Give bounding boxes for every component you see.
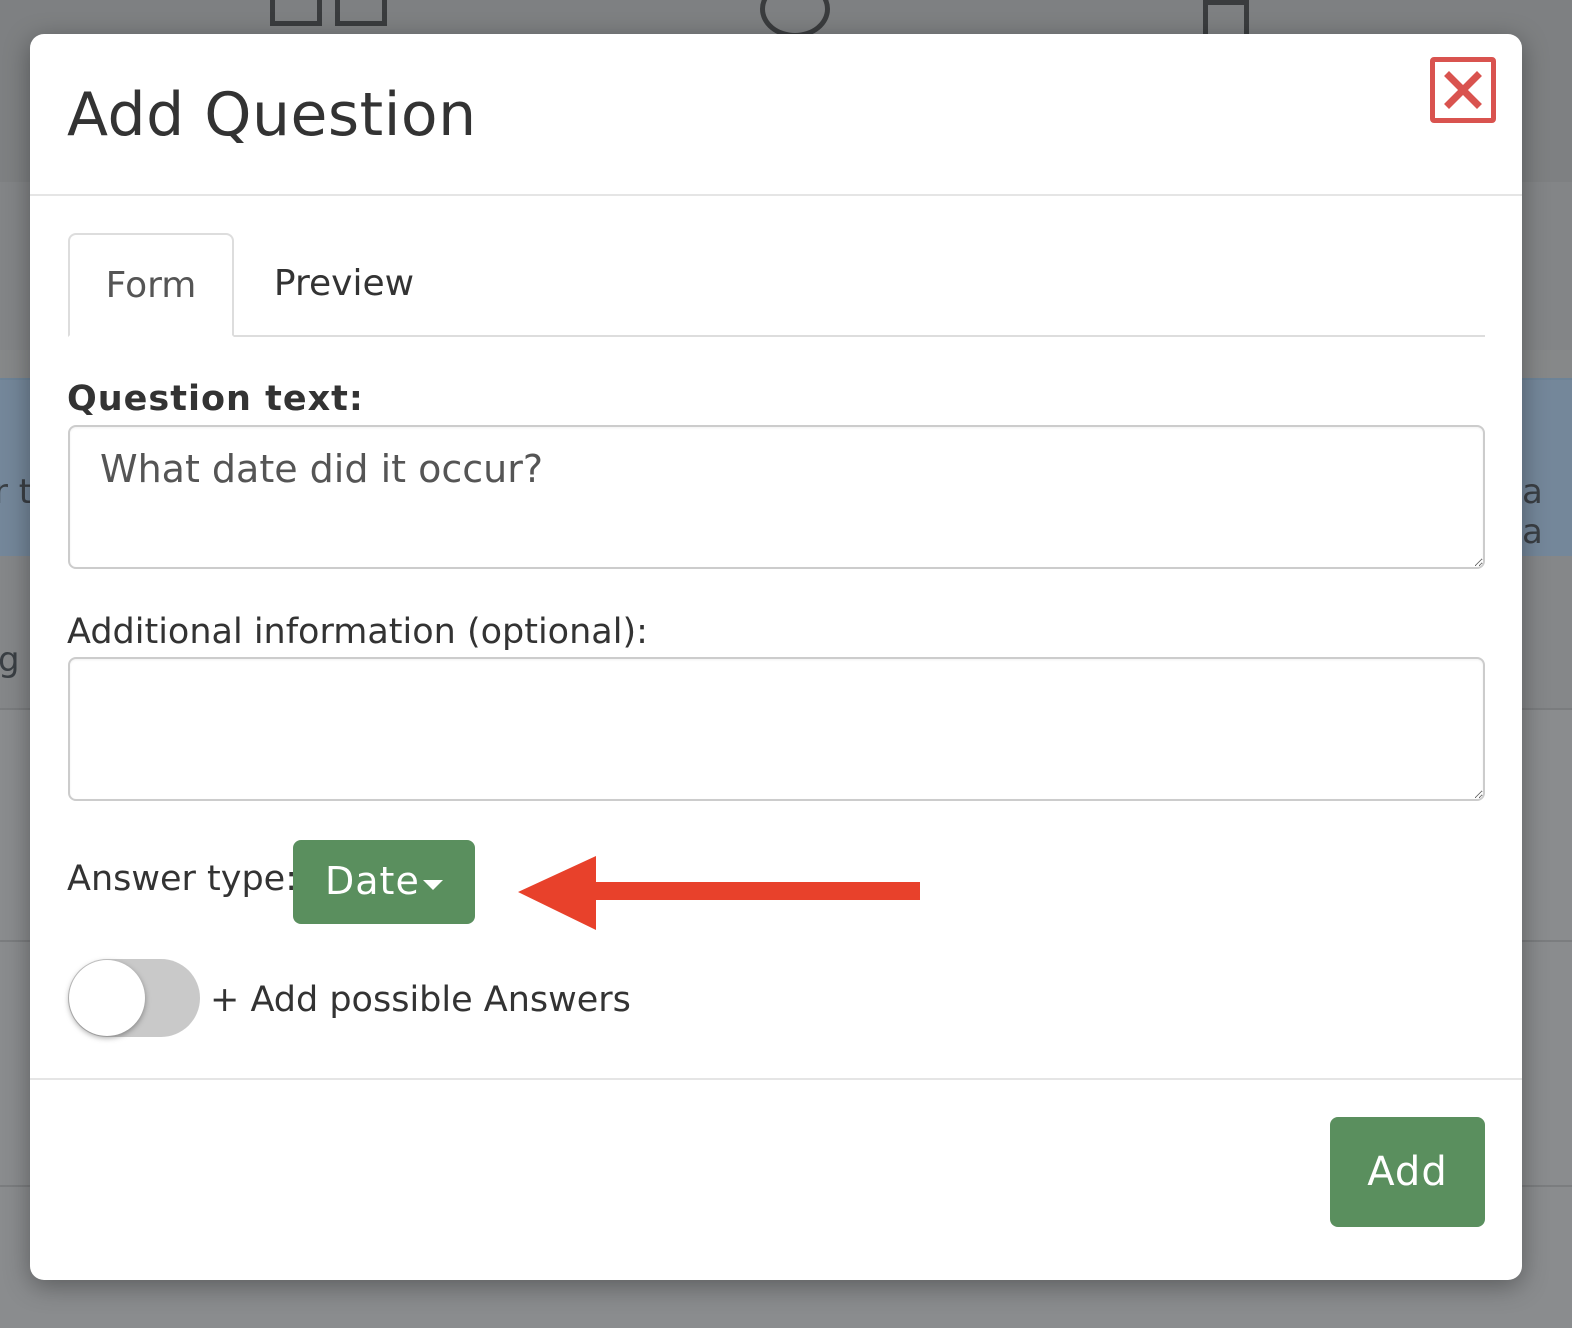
toggle-knob xyxy=(69,960,145,1036)
modal-footer-divider xyxy=(30,1078,1522,1080)
tab-form[interactable]: Form xyxy=(68,233,234,337)
modal-header: Add Question xyxy=(30,34,1522,196)
add-button[interactable]: Add xyxy=(1330,1117,1485,1227)
tab-preview[interactable]: Preview xyxy=(244,233,444,335)
add-question-modal: Add Question Form Preview Question text:… xyxy=(30,34,1522,1280)
possible-answers-toggle[interactable] xyxy=(68,959,200,1037)
additional-information-label: Additional information (optional): xyxy=(67,612,648,652)
question-text-label: Question text: xyxy=(67,379,364,419)
answer-type-value: Date xyxy=(325,859,420,903)
answer-type-label: Answer type: xyxy=(67,859,298,899)
background-text-fragment: r t xyxy=(0,472,33,512)
question-text-field[interactable] xyxy=(68,425,1485,569)
background-grid-icon xyxy=(270,0,322,26)
background-text-fragment: g xyxy=(0,640,20,680)
modal-title: Add Question xyxy=(67,80,477,150)
left-arrow-icon xyxy=(518,856,920,930)
close-button[interactable] xyxy=(1430,57,1496,123)
answer-type-dropdown[interactable]: Date xyxy=(293,840,475,924)
tab-bar: Form Preview xyxy=(68,233,1485,337)
additional-information-field[interactable] xyxy=(68,657,1485,801)
add-possible-answers-label[interactable]: + Add possible Answers xyxy=(210,980,631,1020)
background-text-fragment: a a xyxy=(1522,472,1543,552)
close-x-icon xyxy=(1444,71,1482,109)
background-grid-icon xyxy=(335,0,387,26)
chevron-down-icon xyxy=(423,880,443,890)
